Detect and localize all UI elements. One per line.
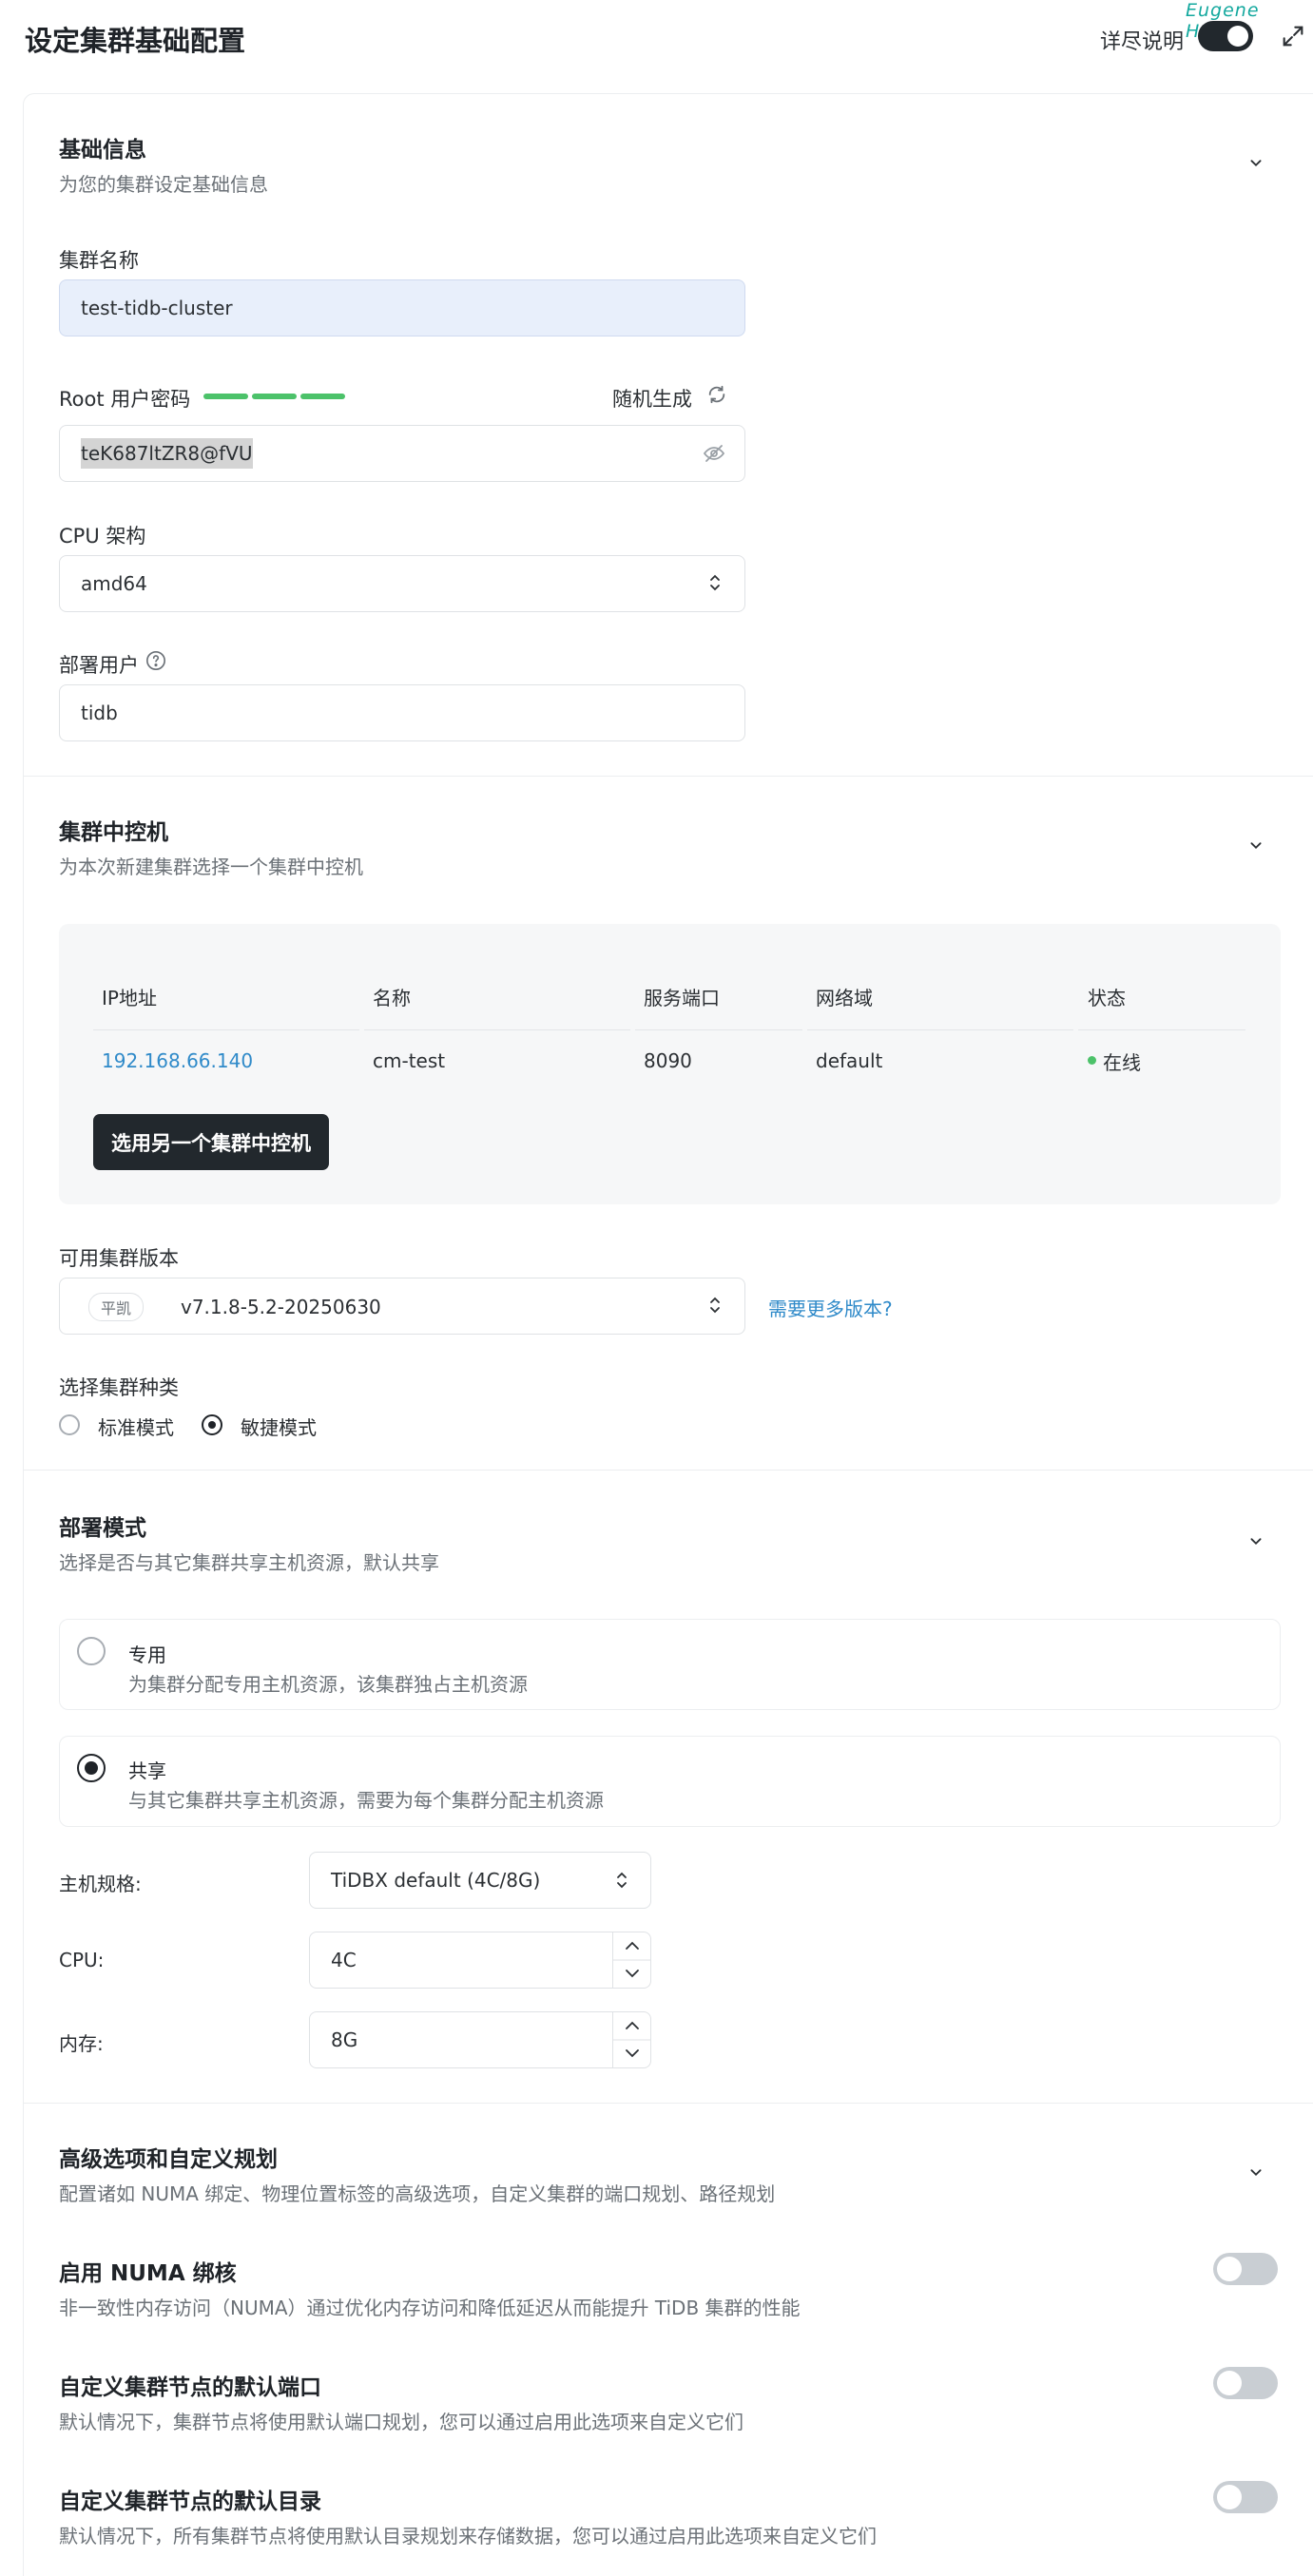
host-spec-label: 主机规格: bbox=[59, 1873, 142, 1895]
password-strength-bar-3 bbox=[300, 394, 345, 399]
custom-port-desc: 默认情况下，集群节点将使用默认端口规划，您可以通过启用此选项来自定义它们 bbox=[59, 2411, 743, 2433]
refresh-icon[interactable] bbox=[706, 384, 727, 405]
chevron-updown-icon bbox=[612, 1869, 631, 1892]
basic-section-subtitle: 为您的集群设定基础信息 bbox=[59, 173, 268, 196]
chevron-updown-icon bbox=[705, 1294, 724, 1317]
chevron-down-icon[interactable] bbox=[1245, 1530, 1266, 1551]
cpu-label: CPU: bbox=[59, 1949, 105, 1971]
shared-title: 共享 bbox=[128, 1759, 166, 1782]
version-select[interactable] bbox=[59, 1278, 745, 1335]
memory-label: 内存: bbox=[59, 2032, 104, 2055]
advanced-section-title: 高级选项和自定义规划 bbox=[59, 2147, 278, 2172]
random-generate-button[interactable]: 随机生成 bbox=[612, 384, 692, 413]
deploy-user-label: 部署用户 bbox=[59, 654, 139, 677]
advanced-section-subtitle: 配置诸如 NUMA 绑定、物理位置标签的高级选项，自定义集群的端口规划、路径规划 bbox=[59, 2182, 776, 2205]
controller-section-title: 集群中控机 bbox=[59, 820, 168, 845]
header-underline bbox=[93, 1029, 359, 1030]
deploy-section-subtitle: 选择是否与其它集群共享主机资源，默认共享 bbox=[59, 1551, 439, 1574]
header-underline bbox=[807, 1029, 1073, 1030]
stepper-controls[interactable] bbox=[612, 2012, 651, 2067]
section-divider bbox=[24, 776, 1313, 777]
basic-section-title: 基础信息 bbox=[59, 138, 146, 163]
cluster-name-value: test-tidb-cluster bbox=[81, 297, 233, 319]
cpu-arch-value: amd64 bbox=[81, 572, 147, 595]
memory-value: 8G bbox=[331, 2028, 358, 2051]
radio-standard-mode[interactable] bbox=[59, 1414, 80, 1435]
custom-port-toggle[interactable] bbox=[1213, 2367, 1278, 2399]
version-label: 可用集群版本 bbox=[59, 1247, 179, 1270]
header-underline bbox=[1078, 1029, 1245, 1030]
chevron-down-icon[interactable] bbox=[1245, 152, 1266, 173]
version-value: v7.1.8-5.2-20250630 bbox=[181, 1296, 381, 1318]
deploy-section-title: 部署模式 bbox=[59, 1516, 146, 1541]
eye-off-icon[interactable] bbox=[703, 442, 725, 465]
section-divider bbox=[24, 1470, 1313, 1471]
custom-port-title: 自定义集群节点的默认端口 bbox=[59, 2375, 321, 2400]
column-header-port: 服务端口 bbox=[644, 987, 720, 1009]
memory-stepper[interactable]: 8G bbox=[309, 2011, 651, 2068]
column-header-status: 状态 bbox=[1088, 987, 1126, 1009]
help-circle-icon[interactable] bbox=[145, 650, 166, 671]
cluster-type-label: 选择集群种类 bbox=[59, 1376, 179, 1399]
stepper-controls[interactable] bbox=[612, 1932, 651, 1988]
status-badge: 在线 bbox=[1103, 1051, 1141, 1074]
dedicated-desc: 为集群分配专用主机资源，该集群独占主机资源 bbox=[128, 1673, 528, 1696]
custom-dir-title: 自定义集群节点的默认目录 bbox=[59, 2489, 321, 2514]
section-divider bbox=[24, 2103, 1313, 2104]
deploy-option-shared[interactable] bbox=[59, 1736, 1281, 1827]
header-underline bbox=[635, 1029, 802, 1030]
chevron-down-icon[interactable] bbox=[1245, 835, 1266, 855]
status-dot bbox=[1088, 1056, 1096, 1065]
custom-dir-toggle[interactable] bbox=[1213, 2481, 1278, 2513]
password-value: teK687ltZR8@fVU bbox=[81, 438, 253, 469]
custom-dir-desc: 默认情况下，所有集群节点将使用默认目录规划来存储数据，您可以通过启用此选项来自定… bbox=[59, 2525, 877, 2547]
cpu-value: 4C bbox=[331, 1949, 357, 1971]
controller-ip-link[interactable]: 192.168.66.140 bbox=[102, 1049, 253, 1072]
detail-toggle[interactable] bbox=[1198, 21, 1253, 51]
controller-name: cm-test bbox=[373, 1049, 446, 1072]
root-password-label: Root 用户密码 bbox=[59, 388, 191, 411]
controller-domain: default bbox=[816, 1049, 883, 1072]
numa-desc: 非一致性内存访问（NUMA）通过优化内存访问和降低延迟从而能提升 TiDB 集群… bbox=[59, 2297, 801, 2319]
select-other-controller-button[interactable]: 选用另一个集群中控机 bbox=[93, 1114, 329, 1170]
numa-toggle[interactable] bbox=[1213, 2253, 1278, 2285]
cpu-arch-label: CPU 架构 bbox=[59, 525, 146, 548]
expand-icon[interactable] bbox=[1280, 23, 1306, 49]
password-strength-bar-1 bbox=[203, 394, 248, 399]
column-header-ip: IP地址 bbox=[102, 987, 157, 1009]
controller-section-subtitle: 为本次新建集群选择一个集群中控机 bbox=[59, 855, 363, 878]
chevron-updown-icon bbox=[705, 571, 724, 594]
host-spec-select[interactable]: TiDBX default (4C/8G) bbox=[309, 1852, 651, 1909]
radio-dedicated[interactable] bbox=[77, 1637, 106, 1665]
cpu-arch-select[interactable]: amd64 bbox=[59, 555, 745, 612]
shared-desc: 与其它集群共享主机资源，需要为每个集群分配主机资源 bbox=[128, 1789, 604, 1812]
column-header-domain: 网络域 bbox=[816, 987, 873, 1009]
detail-toggle-label: 详尽说明 bbox=[1100, 30, 1185, 54]
radio-shared[interactable] bbox=[77, 1754, 106, 1782]
host-spec-value: TiDBX default (4C/8G) bbox=[331, 1869, 541, 1892]
deploy-user-field[interactable]: tidb bbox=[59, 684, 745, 741]
cluster-name-label: 集群名称 bbox=[59, 249, 139, 272]
controller-port: 8090 bbox=[644, 1049, 692, 1072]
cluster-name-field[interactable]: test-tidb-cluster bbox=[59, 279, 745, 336]
deploy-user-value: tidb bbox=[81, 702, 118, 724]
column-header-name: 名称 bbox=[373, 987, 411, 1009]
standard-mode-label[interactable]: 标准模式 bbox=[98, 1413, 174, 1440]
root-password-field[interactable]: teK687ltZR8@fVU bbox=[59, 425, 745, 482]
more-versions-link[interactable]: 需要更多版本? bbox=[768, 1294, 893, 1321]
page-title: 设定集群基础配置 bbox=[25, 25, 246, 57]
agile-mode-label[interactable]: 敏捷模式 bbox=[241, 1413, 317, 1440]
version-tag: 平凯 bbox=[88, 1293, 145, 1321]
header-underline bbox=[364, 1029, 630, 1030]
chevron-down-icon[interactable] bbox=[1245, 2162, 1266, 2182]
cpu-stepper[interactable]: 4C bbox=[309, 1932, 651, 1989]
numa-title: 启用 NUMA 绑核 bbox=[59, 2261, 237, 2286]
radio-agile-mode[interactable] bbox=[202, 1414, 222, 1435]
password-strength-bar-2 bbox=[252, 394, 297, 399]
dedicated-title: 专用 bbox=[128, 1644, 166, 1666]
